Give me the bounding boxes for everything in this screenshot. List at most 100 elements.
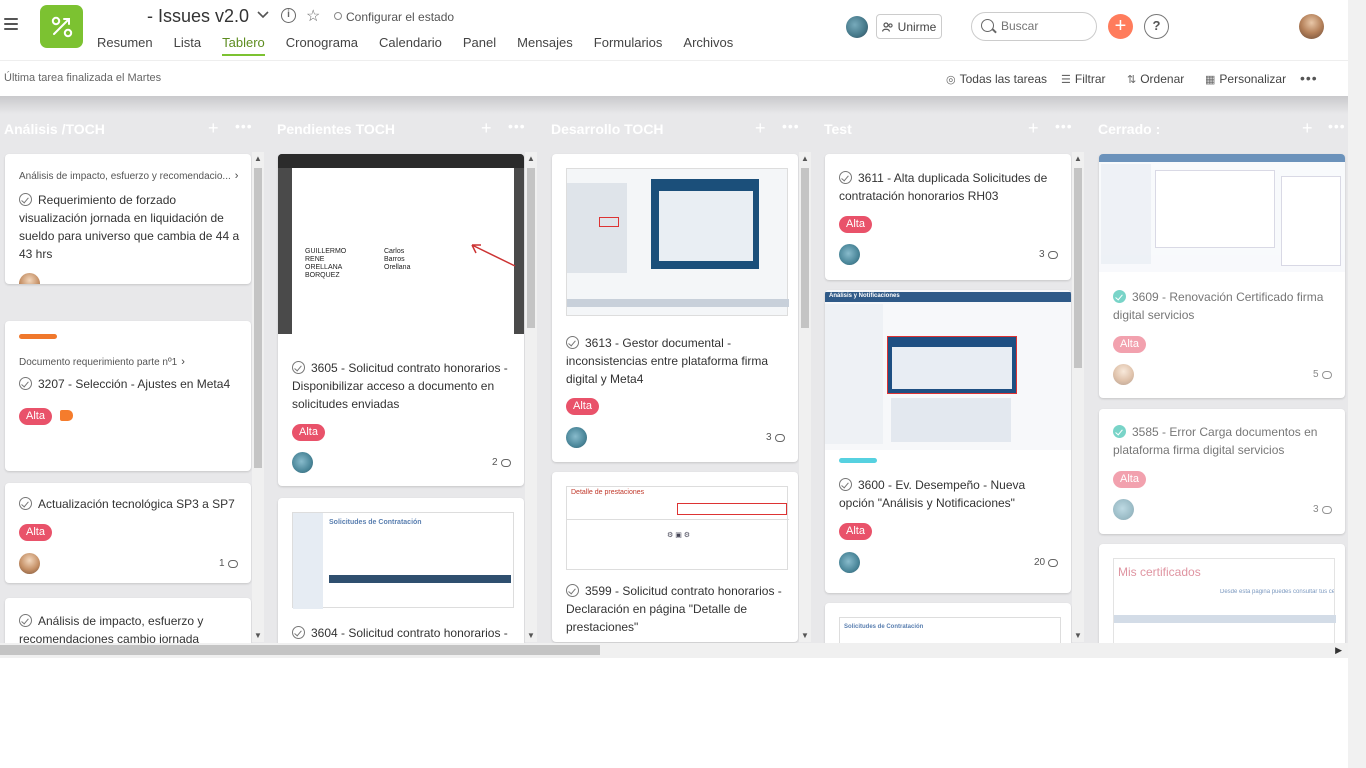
comment-count[interactable]: 1 [219, 558, 238, 569]
add-task-icon[interactable]: + [208, 118, 219, 139]
complete-check-icon[interactable] [19, 377, 32, 390]
task-card[interactable]: Análisis de impacto, esfuerzo y recomend… [5, 154, 251, 284]
set-status-link[interactable]: Configurar el estado [346, 10, 454, 24]
board-horizontal-scrollbar[interactable]: ▶ [0, 643, 1348, 658]
attachment-preview[interactable] [566, 168, 789, 316]
all-tasks-filter[interactable]: ◎ Todas las tareas [946, 72, 1047, 86]
task-card[interactable]: Solicitudes de Contratación [825, 603, 1071, 643]
menu-icon[interactable] [4, 18, 18, 30]
add-task-icon[interactable]: + [1028, 118, 1039, 139]
attachment-preview[interactable]: Detalle de prestaciones ⚙ ▣ ⚙ [566, 486, 789, 570]
project-logo[interactable] [40, 5, 83, 48]
tab-resumen[interactable]: Resumen [97, 35, 153, 56]
column-scrollbar[interactable]: ▲ ▼ [799, 152, 811, 642]
complete-check-icon[interactable] [292, 626, 305, 639]
task-card[interactable]: Análisis de impacto, esfuerzo y recomend… [5, 598, 251, 643]
search-input[interactable] [1001, 19, 1091, 33]
column-scrollbar[interactable]: ▲ ▼ [525, 152, 537, 642]
scroll-thumb[interactable] [0, 645, 600, 655]
priority-badge[interactable]: Alta [292, 424, 325, 441]
scroll-up-icon[interactable]: ▲ [254, 154, 262, 163]
attachment-preview[interactable]: Mis certificados Desde esta página puede… [1113, 558, 1336, 643]
team-avatar[interactable] [846, 16, 868, 38]
add-task-icon[interactable]: + [481, 118, 492, 139]
scroll-thumb[interactable] [1074, 168, 1082, 368]
scroll-down-icon[interactable]: ▼ [527, 631, 535, 640]
project-title[interactable]: - Issues v2.0 [147, 6, 249, 27]
task-card[interactable]: Mis certificados Desde esta página puede… [1099, 544, 1345, 643]
assignee-avatar[interactable] [839, 244, 860, 265]
scroll-up-icon[interactable]: ▲ [801, 154, 809, 163]
tab-lista[interactable]: Lista [174, 35, 201, 56]
complete-check-icon[interactable] [566, 584, 579, 597]
priority-badge[interactable]: Alta [19, 408, 52, 425]
attachment-preview[interactable]: Solicitudes de Contratación [839, 617, 1061, 643]
complete-check-icon[interactable] [19, 614, 32, 627]
complete-check-icon[interactable] [1113, 290, 1126, 303]
priority-badge[interactable]: Alta [839, 523, 872, 540]
task-card[interactable]: 3585 - Error Carga documentos en platafo… [1099, 409, 1345, 534]
task-card[interactable]: 3613 - Gestor documental - inconsistenci… [552, 154, 798, 462]
comment-count[interactable]: 20 [1034, 557, 1059, 568]
attachment-preview[interactable]: GUILLERMO RENE ORELLANA BORQUEZ Carlos B… [278, 154, 524, 334]
comment-count[interactable]: 3 [766, 432, 785, 443]
priority-badge[interactable]: Alta [566, 398, 599, 415]
tab-archivos[interactable]: Archivos [683, 35, 733, 56]
tab-cronograma[interactable]: Cronograma [286, 35, 358, 56]
scroll-thumb[interactable] [254, 168, 262, 468]
star-icon[interactable]: ☆ [306, 6, 320, 26]
complete-check-icon[interactable] [19, 497, 32, 510]
status-icon[interactable] [334, 12, 342, 20]
user-avatar[interactable] [1299, 14, 1324, 39]
complete-check-icon[interactable] [566, 336, 579, 349]
column-menu-icon[interactable]: ••• [508, 118, 526, 134]
comment-count[interactable]: 5 [1313, 369, 1332, 380]
complete-check-icon[interactable] [1113, 425, 1126, 438]
priority-badge[interactable]: Alta [1113, 471, 1146, 488]
priority-badge[interactable]: Alta [1113, 336, 1146, 353]
complete-check-icon[interactable] [292, 361, 305, 374]
search-box[interactable] [971, 12, 1097, 41]
comment-count[interactable]: 2 [492, 457, 511, 468]
column-menu-icon[interactable]: ••• [235, 118, 253, 134]
scroll-thumb[interactable] [801, 168, 809, 328]
tab-calendario[interactable]: Calendario [379, 35, 442, 56]
task-card[interactable]: Solicitudes de Contratación 3604 - Solic… [278, 498, 524, 643]
scroll-thumb[interactable] [527, 168, 535, 328]
assignee-avatar[interactable] [292, 452, 313, 473]
chevron-down-icon[interactable] [256, 8, 270, 22]
tab-mensajes[interactable]: Mensajes [517, 35, 573, 56]
parent-task-link[interactable]: Documento requerimiento parte nº1 › [19, 356, 185, 368]
tab-formularios[interactable]: Formularios [594, 35, 663, 56]
info-icon[interactable]: i [281, 8, 296, 23]
assignee-avatar[interactable] [19, 273, 40, 284]
task-card[interactable]: Actualización tecnológica SP3 a SP7 Alta… [5, 483, 251, 583]
parent-task-link[interactable]: Análisis de impacto, esfuerzo y recomend… [19, 170, 238, 182]
add-task-icon[interactable]: + [755, 118, 766, 139]
tag-icon[interactable] [60, 410, 73, 421]
add-button[interactable]: + [1108, 14, 1133, 39]
assignee-avatar[interactable] [839, 552, 860, 573]
assignee-avatar[interactable] [1113, 499, 1134, 520]
task-card[interactable]: GUILLERMO RENE ORELLANA BORQUEZ Carlos B… [278, 154, 524, 486]
help-button[interactable]: ? [1144, 14, 1169, 39]
assignee-avatar[interactable] [566, 427, 587, 448]
column-scrollbar[interactable]: ▲ ▼ [1072, 152, 1084, 642]
task-card[interactable]: Detalle de prestaciones ⚙ ▣ ⚙ 3599 - Sol… [552, 472, 798, 642]
sort-button[interactable]: ⇅ Ordenar [1127, 72, 1184, 86]
filter-button[interactable]: ☰ Filtrar [1061, 72, 1106, 86]
tab-tablero[interactable]: Tablero [222, 35, 265, 56]
customize-button[interactable]: ▦ Personalizar [1205, 72, 1286, 86]
complete-check-icon[interactable] [839, 478, 852, 491]
scroll-down-icon[interactable]: ▼ [801, 631, 809, 640]
scroll-down-icon[interactable]: ▼ [1074, 631, 1082, 640]
add-task-icon[interactable]: + [1302, 118, 1313, 139]
window-scrollbar[interactable] [1348, 0, 1366, 768]
column-scrollbar[interactable]: ▲ ▼ [252, 152, 264, 642]
attachment-preview[interactable]: Solicitudes de Contratación [292, 512, 514, 609]
complete-check-icon[interactable] [839, 171, 852, 184]
column-menu-icon[interactable]: ••• [782, 118, 800, 134]
task-card[interactable]: 3609 - Renovación Certificado firma digi… [1099, 154, 1345, 398]
more-options-icon[interactable]: ••• [1300, 70, 1318, 86]
join-button[interactable]: Unirme [876, 14, 942, 39]
